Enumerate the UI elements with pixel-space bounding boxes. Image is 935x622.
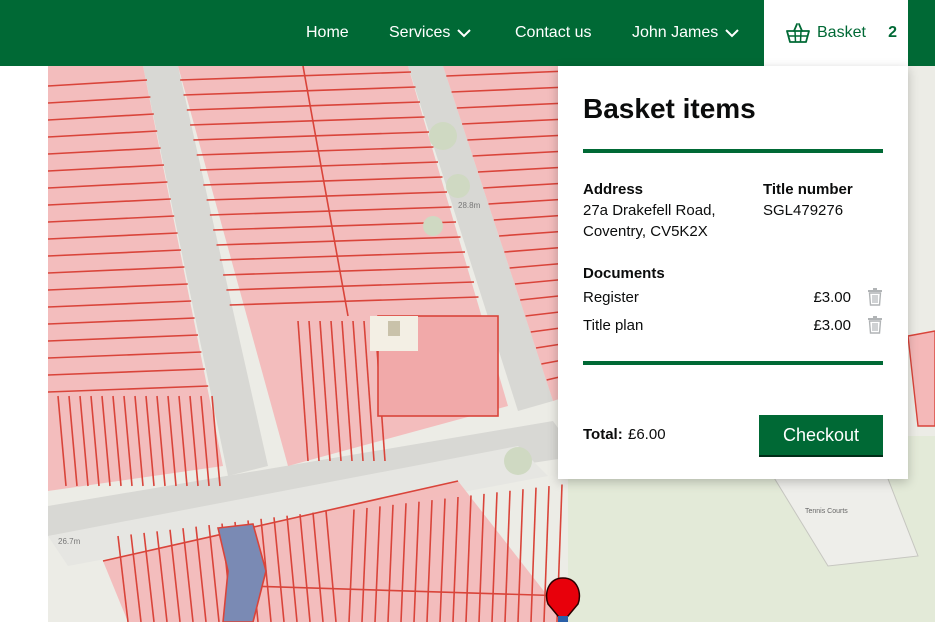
document-row: Title plan £3.00: [583, 315, 883, 337]
page: Tennis Courts 28.8m 26.7m Home Services: [0, 0, 935, 622]
chevron-down-icon[interactable]: [725, 28, 739, 38]
document-price: £3.00: [813, 289, 851, 306]
basket-dropdown: Basket items Address 27a Drakefell Road,…: [558, 66, 908, 479]
map-label-tennis: Tennis Courts: [805, 508, 848, 515]
map-label-height-1: 28.8m: [458, 201, 481, 210]
documents-label: Documents: [583, 265, 665, 282]
document-name: Register: [583, 289, 639, 306]
checkout-button[interactable]: Checkout: [759, 415, 883, 455]
chevron-down-icon[interactable]: [457, 28, 472, 38]
basket-count-badge[interactable]: 2: [888, 24, 897, 42]
document-name: Title plan: [583, 317, 644, 334]
top-navigation: Home Services Contact us John James Bask…: [0, 0, 935, 66]
total-value: £6.00: [628, 426, 666, 443]
address-label: Address: [583, 181, 644, 198]
map-label-height-2: 26.7m: [58, 537, 81, 546]
nav-basket-label[interactable]: Basket: [817, 24, 866, 42]
nav-contact-link[interactable]: Contact us: [515, 0, 591, 66]
trash-icon[interactable]: [867, 288, 883, 306]
nav-services-label[interactable]: Services: [389, 24, 450, 42]
nav-basket-button[interactable]: Basket 2: [764, 0, 908, 66]
document-price: £3.00: [813, 317, 851, 334]
nav-user-menu[interactable]: John James: [632, 0, 739, 66]
basket-icon[interactable]: [786, 22, 810, 44]
document-row: Register £3.00: [583, 287, 883, 309]
nav-home-label[interactable]: Home: [306, 24, 349, 42]
total-label: Total:: [583, 426, 623, 443]
title-number-value: SGL479276: [763, 202, 844, 219]
title-number-label: Title number: [763, 181, 853, 198]
nav-services-menu[interactable]: Services: [389, 0, 472, 66]
nav-contact-label[interactable]: Contact us: [515, 24, 591, 42]
nav-user-label[interactable]: John James: [632, 24, 718, 42]
address-value: 27a Drakefell Road, Coventry, CV5K2X: [583, 202, 716, 240]
trash-icon[interactable]: [867, 316, 883, 334]
nav-home-link[interactable]: Home: [306, 0, 349, 66]
basket-title: Basket items: [583, 93, 756, 124]
divider: [583, 361, 883, 365]
divider: [583, 149, 883, 153]
